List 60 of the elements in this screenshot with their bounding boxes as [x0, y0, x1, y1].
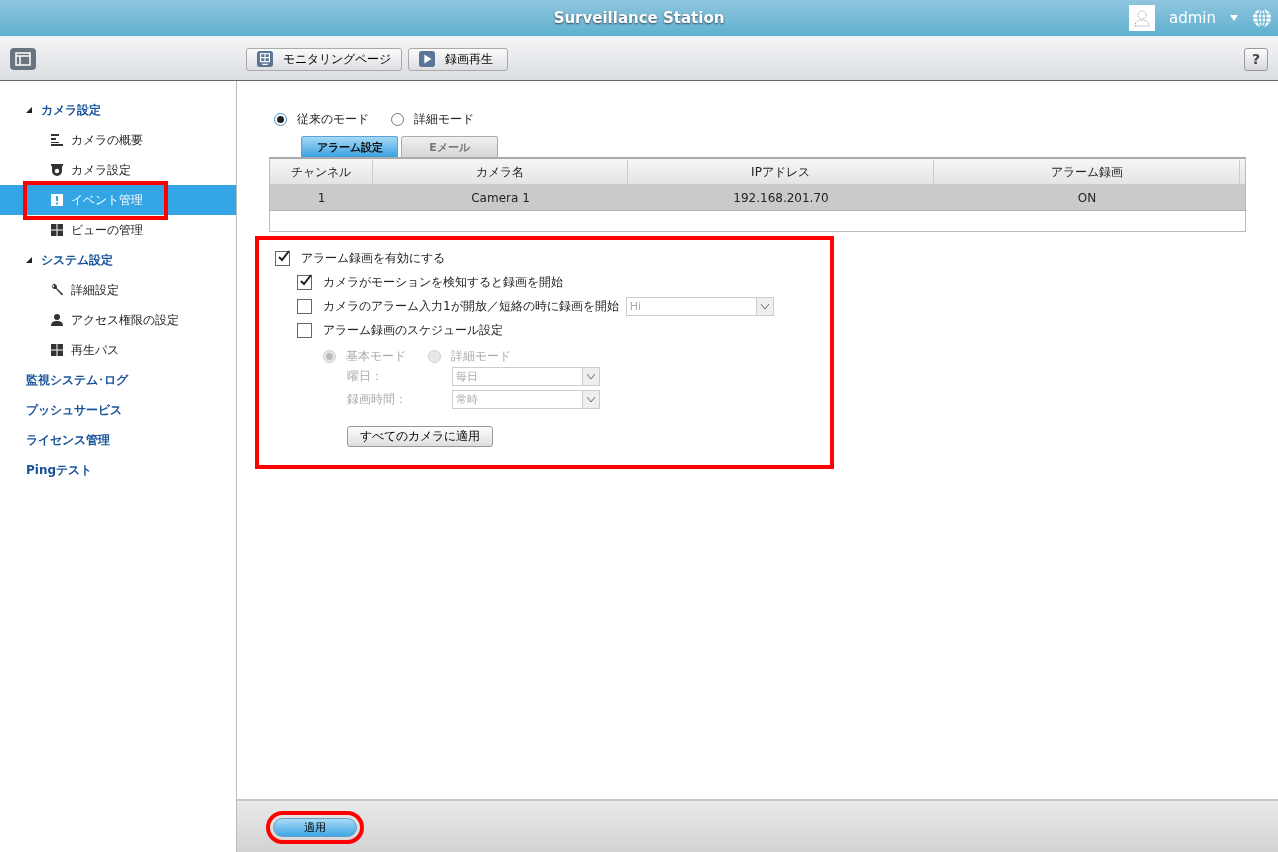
sidebar-item[interactable]: カメラの概要: [0, 125, 236, 155]
checkbox[interactable]: [297, 298, 312, 314]
chevron-down-icon[interactable]: [587, 397, 595, 402]
globe-icon[interactable]: [1252, 8, 1272, 28]
list-icon: [50, 133, 64, 147]
sidebar-item[interactable]: 詳細設定: [0, 275, 236, 305]
caret-icon[interactable]: [1230, 15, 1238, 21]
radio-label: 基本モード: [346, 348, 406, 365]
sidebar-item[interactable]: カメラ設定: [0, 155, 236, 185]
checkbox-label: アラーム録画を有効にする: [301, 249, 445, 267]
field-label: 曜日：: [347, 368, 384, 385]
monitor-icon: [257, 51, 273, 67]
tab[interactable]: アラーム設定: [301, 136, 398, 157]
sidebar-item[interactable]: ライセンス管理: [0, 425, 236, 455]
checkbox-label: アラーム録画のスケジュール設定: [323, 321, 503, 339]
column-header[interactable]: IPアドレス: [628, 159, 934, 184]
sidebar-group[interactable]: カメラ設定: [0, 95, 236, 125]
table-cell-text: 192.168.201.70: [732, 190, 830, 205]
sidebar-item[interactable]: ビューの管理: [0, 215, 236, 245]
checkbox[interactable]: [297, 322, 312, 338]
chevron-down-icon[interactable]: [587, 374, 595, 379]
grid-icon: [50, 223, 64, 237]
field-label: 録画時間：: [347, 391, 408, 408]
person-icon: [50, 313, 64, 327]
checkbox-label: カメラがモーションを検知すると録画を開始: [323, 273, 563, 291]
radio-label: 詳細モード: [414, 111, 474, 128]
checkbox[interactable]: [297, 274, 312, 290]
triangle-icon[interactable]: [26, 107, 32, 113]
tab[interactable]: Eメール: [401, 136, 498, 157]
radio-button[interactable]: [391, 113, 404, 126]
grid-icon: [50, 343, 64, 357]
sidebar-group[interactable]: システム設定: [0, 245, 236, 275]
checkbox-label: カメラのアラーム入力1が開放／短絡の時に録画を開始: [323, 297, 619, 315]
toolbar-button[interactable]: 録画再生: [408, 47, 508, 71]
sidebar-toggle-icon[interactable]: [10, 48, 36, 70]
table-row[interactable]: 1 Camera 1 192.168.201.70 ON: [270, 185, 1245, 211]
wrench-icon: [50, 283, 64, 297]
chevron-down-icon[interactable]: [760, 303, 769, 309]
column-header[interactable]: カメラ名: [373, 159, 628, 184]
table-cell-text: 1: [316, 190, 327, 205]
table-cell-text: Camera 1: [470, 190, 531, 205]
radio-button[interactable]: [274, 113, 287, 126]
radio-label: 従来のモード: [297, 111, 369, 128]
radio-label: 詳細モード: [451, 348, 511, 365]
sidebar-item[interactable]: 再生パス: [0, 335, 236, 365]
sidebar-item[interactable]: 監視システム･ログ: [0, 365, 236, 395]
toolbar-button[interactable]: モニタリングページ: [246, 47, 402, 71]
app-title: Surveillance Station: [553, 9, 725, 27]
sidebar-item[interactable]: Pingテスト: [0, 455, 236, 485]
column-header[interactable]: アラーム録画: [934, 159, 1240, 184]
column-header[interactable]: チャンネル: [270, 159, 373, 184]
play-icon: [419, 51, 435, 67]
help-button[interactable]: ?: [1244, 47, 1268, 71]
sidebar-item[interactable]: プッシュサービス: [0, 395, 236, 425]
alert-icon: [50, 193, 64, 207]
triangle-icon[interactable]: [26, 257, 32, 263]
camera-icon: [50, 163, 64, 177]
checkbox[interactable]: [275, 250, 290, 266]
sidebar-item[interactable]: アクセス権限の設定: [0, 305, 236, 335]
table-cell-text: ON: [1076, 190, 1098, 205]
